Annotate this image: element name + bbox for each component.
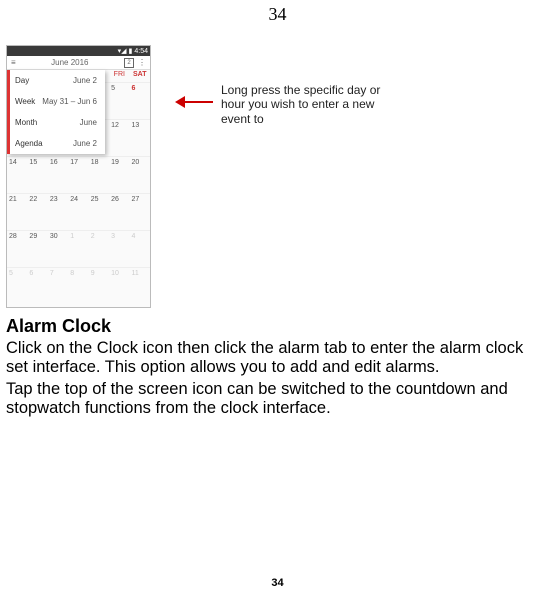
cal-row: 28 29 30 1 2 3 4 xyxy=(7,230,150,267)
menu-item-month[interactable]: Month June xyxy=(7,112,105,133)
hamburger-icon[interactable]: ≡ xyxy=(11,58,16,67)
cal-cell[interactable]: 5 xyxy=(7,268,27,304)
cal-cell[interactable]: 1 xyxy=(68,231,88,267)
today-badge[interactable]: 2 xyxy=(124,58,134,68)
section-paragraph: Tap the top of the screen icon can be sw… xyxy=(6,380,549,419)
menu-side: June xyxy=(80,118,97,127)
cal-cell[interactable]: 12 xyxy=(109,120,129,156)
menu-side: May 31 – Jun 6 xyxy=(42,97,97,106)
cal-cell[interactable]: 30 xyxy=(48,231,68,267)
arrow-left-icon xyxy=(175,95,213,109)
cal-cell[interactable]: 7 xyxy=(48,268,68,304)
signal-icon: ▾◢ xyxy=(118,47,127,55)
annotation: Long press the specific day or hour you … xyxy=(175,83,401,126)
annotation-text: Long press the specific day or hour you … xyxy=(221,83,401,126)
cal-cell[interactable]: 16 xyxy=(48,157,68,193)
cal-cell[interactable]: 10 xyxy=(109,268,129,304)
cal-cell[interactable]: 2 xyxy=(89,231,109,267)
cal-cell[interactable]: 5 xyxy=(109,83,129,119)
cal-row: 5 6 7 8 9 10 11 xyxy=(7,267,150,304)
cal-cell[interactable]: 19 xyxy=(109,157,129,193)
cal-cell[interactable]: 4 xyxy=(130,231,150,267)
status-bar: ▾◢ ▮ 4:54 xyxy=(7,46,150,56)
status-time: 4:54 xyxy=(134,48,148,55)
menu-label: Day xyxy=(15,76,29,85)
section-paragraph: Click on the Clock icon then click the a… xyxy=(6,339,549,378)
cal-cell[interactable]: 22 xyxy=(27,194,47,230)
cal-cell[interactable]: 23 xyxy=(48,194,68,230)
menu-side: June 2 xyxy=(73,139,97,148)
section-alarm-clock: Alarm Clock Click on the Clock icon then… xyxy=(6,316,549,419)
cal-cell[interactable]: 28 xyxy=(7,231,27,267)
dropdown-accent xyxy=(7,70,10,154)
cal-row: 21 22 23 24 25 26 27 xyxy=(7,193,150,230)
cal-cell[interactable]: 17 xyxy=(68,157,88,193)
cal-cell-sat[interactable]: 6 xyxy=(130,83,150,119)
menu-label: Agenda xyxy=(15,139,43,148)
cal-row: 14 15 16 17 18 19 20 xyxy=(7,156,150,193)
cal-cell[interactable]: 13 xyxy=(130,120,150,156)
wk-col-fri: FRI xyxy=(109,70,129,82)
cal-cell[interactable]: 6 xyxy=(27,268,47,304)
menu-label: Month xyxy=(15,118,37,127)
cal-cell[interactable]: 27 xyxy=(130,194,150,230)
top-bar-title: June 2016 xyxy=(51,58,88,67)
menu-side: June 2 xyxy=(73,76,97,85)
menu-item-day[interactable]: Day June 2 xyxy=(7,70,105,91)
cal-cell[interactable]: 21 xyxy=(7,194,27,230)
calendar-screenshot: ▾◢ ▮ 4:54 ≡ June 2016 2 ⋮ Jun FRI SAT D xyxy=(6,45,151,308)
overflow-icon[interactable]: ⋮ xyxy=(138,58,146,67)
menu-label: Week xyxy=(15,97,35,106)
cal-cell[interactable]: 9 xyxy=(89,268,109,304)
cal-cell[interactable]: 20 xyxy=(130,157,150,193)
content-row: ▾◢ ▮ 4:54 ≡ June 2016 2 ⋮ Jun FRI SAT D xyxy=(6,45,555,308)
cal-cell[interactable]: 14 xyxy=(7,157,27,193)
app-top-bar: ≡ June 2016 2 ⋮ xyxy=(7,56,150,70)
cal-cell[interactable]: 29 xyxy=(27,231,47,267)
cal-cell[interactable]: 25 xyxy=(89,194,109,230)
menu-item-week[interactable]: Week May 31 – Jun 6 xyxy=(7,91,105,112)
battery-icon: ▮ xyxy=(129,47,133,55)
menu-item-agenda[interactable]: Agenda June 2 xyxy=(7,133,105,154)
wk-col-sat: SAT xyxy=(130,70,150,82)
page-number-bottom: 34 xyxy=(0,577,555,589)
cal-cell[interactable]: 8 xyxy=(68,268,88,304)
cal-cell[interactable]: 11 xyxy=(130,268,150,304)
section-heading: Alarm Clock xyxy=(6,316,549,337)
cal-cell[interactable]: 26 xyxy=(109,194,129,230)
page-number-top: 34 xyxy=(0,0,555,25)
cal-cell[interactable]: 18 xyxy=(89,157,109,193)
cal-cell[interactable]: 3 xyxy=(109,231,129,267)
cal-cell[interactable]: 24 xyxy=(68,194,88,230)
cal-cell[interactable]: 15 xyxy=(27,157,47,193)
view-dropdown[interactable]: Day June 2 Week May 31 – Jun 6 Month Jun… xyxy=(7,70,105,154)
